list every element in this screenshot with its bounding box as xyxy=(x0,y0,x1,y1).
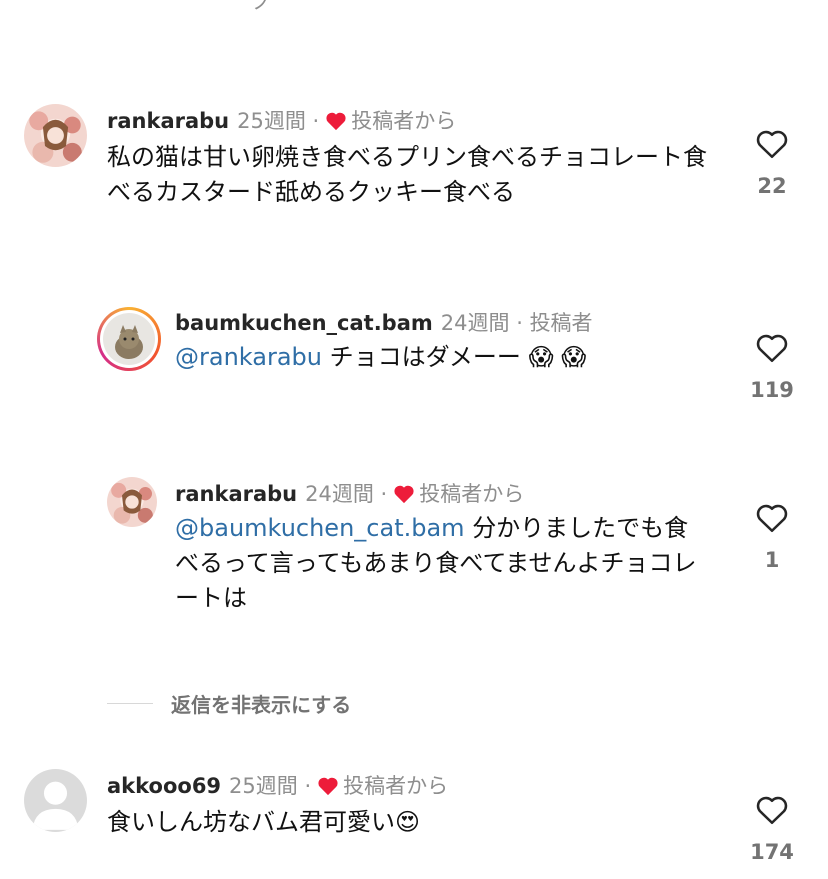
timestamp: 24週間 xyxy=(305,482,374,506)
like-button[interactable]: 174 xyxy=(742,794,802,864)
cut-off-text: ノ xyxy=(252,0,272,14)
emoji-heart-eyes: 😍 xyxy=(395,808,421,836)
comment-meta: baumkuchen_cat.bam 24週間 · 投稿者 xyxy=(175,307,593,337)
like-button[interactable]: 22 xyxy=(742,128,802,198)
hide-replies-button[interactable]: 返信を非表示にする xyxy=(107,688,351,718)
comment-text-content: 私の猫は甘い卵焼き食べるプリン食べるチョコレート食べるカスタード舐めるクッキー食… xyxy=(107,143,707,206)
timestamp: 24週間 xyxy=(440,311,510,335)
creator-badge-label: 投稿者から xyxy=(419,482,525,506)
mention-link[interactable]: @rankarabu xyxy=(175,343,322,371)
avatar[interactable] xyxy=(24,104,87,167)
like-count: 119 xyxy=(750,378,794,402)
timestamp: 25週間 xyxy=(237,109,306,133)
heart-outline-icon xyxy=(756,504,788,533)
separator: · xyxy=(516,311,523,335)
divider-line xyxy=(107,702,153,704)
avatar[interactable] xyxy=(107,477,157,527)
username[interactable]: baumkuchen_cat.bam xyxy=(175,311,433,335)
hide-replies-label: 返信を非表示にする xyxy=(171,692,352,717)
heart-outline-icon xyxy=(756,130,788,159)
username[interactable]: akkooo69 xyxy=(107,774,221,798)
like-button[interactable]: 1 xyxy=(742,502,802,572)
comment-text-content: チョコはダメーー xyxy=(329,343,521,371)
comment-text: @baumkuchen_cat.bam 分かりましたでも食べるって言ってもあまり… xyxy=(175,511,710,616)
comment-text: @rankarabu チョコはダメーー 😱 😱 xyxy=(175,340,715,375)
username[interactable]: rankarabu xyxy=(107,109,229,133)
mention-link[interactable]: @baumkuchen_cat.bam xyxy=(175,514,465,542)
creator-badge-label: 投稿者から xyxy=(351,109,457,133)
default-avatar-icon[interactable] xyxy=(24,769,87,832)
comment-meta: rankarabu 24週間 · 投稿者から xyxy=(175,478,524,508)
username[interactable]: rankarabu xyxy=(175,482,297,506)
emoji-scream: 😱 😱 xyxy=(528,343,587,371)
creator-badge-label: 投稿者 xyxy=(529,311,593,335)
like-count: 22 xyxy=(757,174,787,198)
comment-meta: akkooo69 25週間 · 投稿者から xyxy=(107,770,448,800)
heart-outline-icon xyxy=(756,796,788,825)
comment-meta: rankarabu 25週間 · 投稿者から xyxy=(107,105,456,135)
like-count: 174 xyxy=(750,840,794,864)
separator: · xyxy=(304,774,312,798)
comment-text-content: 食いしん坊なバム君可愛い xyxy=(107,808,395,836)
like-count: 1 xyxy=(764,548,780,572)
like-button[interactable]: 119 xyxy=(742,332,802,402)
timestamp: 25週間 xyxy=(229,774,298,798)
heart-badge-icon xyxy=(326,112,346,131)
heart-badge-icon xyxy=(318,777,338,796)
comment-text: 食いしん坊なバム君可愛い😍 xyxy=(107,805,717,840)
creator-badge-label: 投稿者から xyxy=(343,774,449,798)
avatar-story-ring[interactable] xyxy=(97,307,161,371)
heart-outline-icon xyxy=(756,334,788,363)
comment-text: 私の猫は甘い卵焼き食べるプリン食べるチョコレート食べるカスタード舐めるクッキー食… xyxy=(107,140,717,210)
separator: · xyxy=(312,109,320,133)
separator: · xyxy=(380,482,388,506)
heart-badge-icon xyxy=(394,485,414,504)
